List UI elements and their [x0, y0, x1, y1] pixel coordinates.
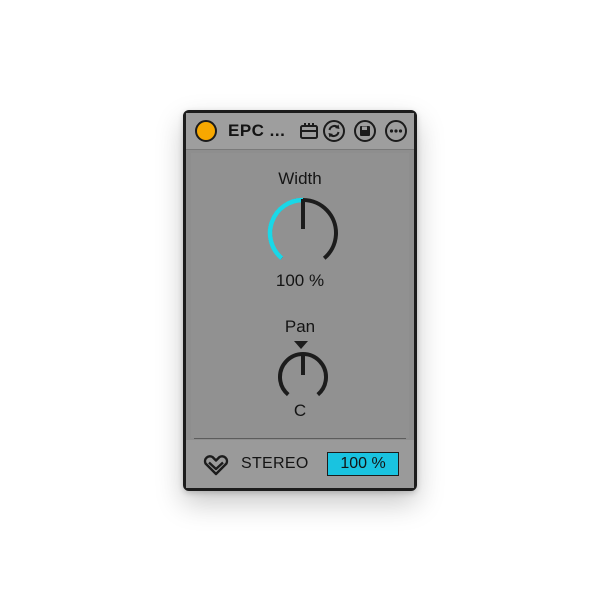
- midi-map-icon[interactable]: [298, 120, 320, 142]
- save-preset-icon[interactable]: [354, 120, 376, 142]
- pan-label: Pan: [284, 317, 316, 336]
- device-footer: STEREO 100 %: [186, 440, 414, 488]
- width-knob[interactable]: [265, 195, 341, 271]
- controls-panel: Width 100 % Pan C: [191, 153, 409, 438]
- device-title[interactable]: EPC ...: [228, 121, 285, 141]
- hot-swap-icon[interactable]: [323, 120, 345, 142]
- heart-logo-icon: [203, 455, 229, 476]
- pan-knob[interactable]: [275, 349, 331, 405]
- width-readout-field[interactable]: 100 %: [327, 452, 399, 476]
- width-label: Width: [278, 169, 322, 188]
- width-value: 100 %: [275, 271, 325, 290]
- stereo-label: STEREO: [241, 455, 309, 472]
- device-titlebar: EPC ...: [186, 113, 414, 150]
- stereo-device: EPC ... Width 100 % Pan C STEREO 100 %: [183, 110, 417, 491]
- more-options-icon[interactable]: [385, 120, 407, 142]
- footer-divider: [194, 438, 406, 439]
- pan-value: C: [293, 401, 307, 420]
- power-toggle-button[interactable]: [195, 120, 217, 142]
- width-knob-fill: [267, 197, 304, 261]
